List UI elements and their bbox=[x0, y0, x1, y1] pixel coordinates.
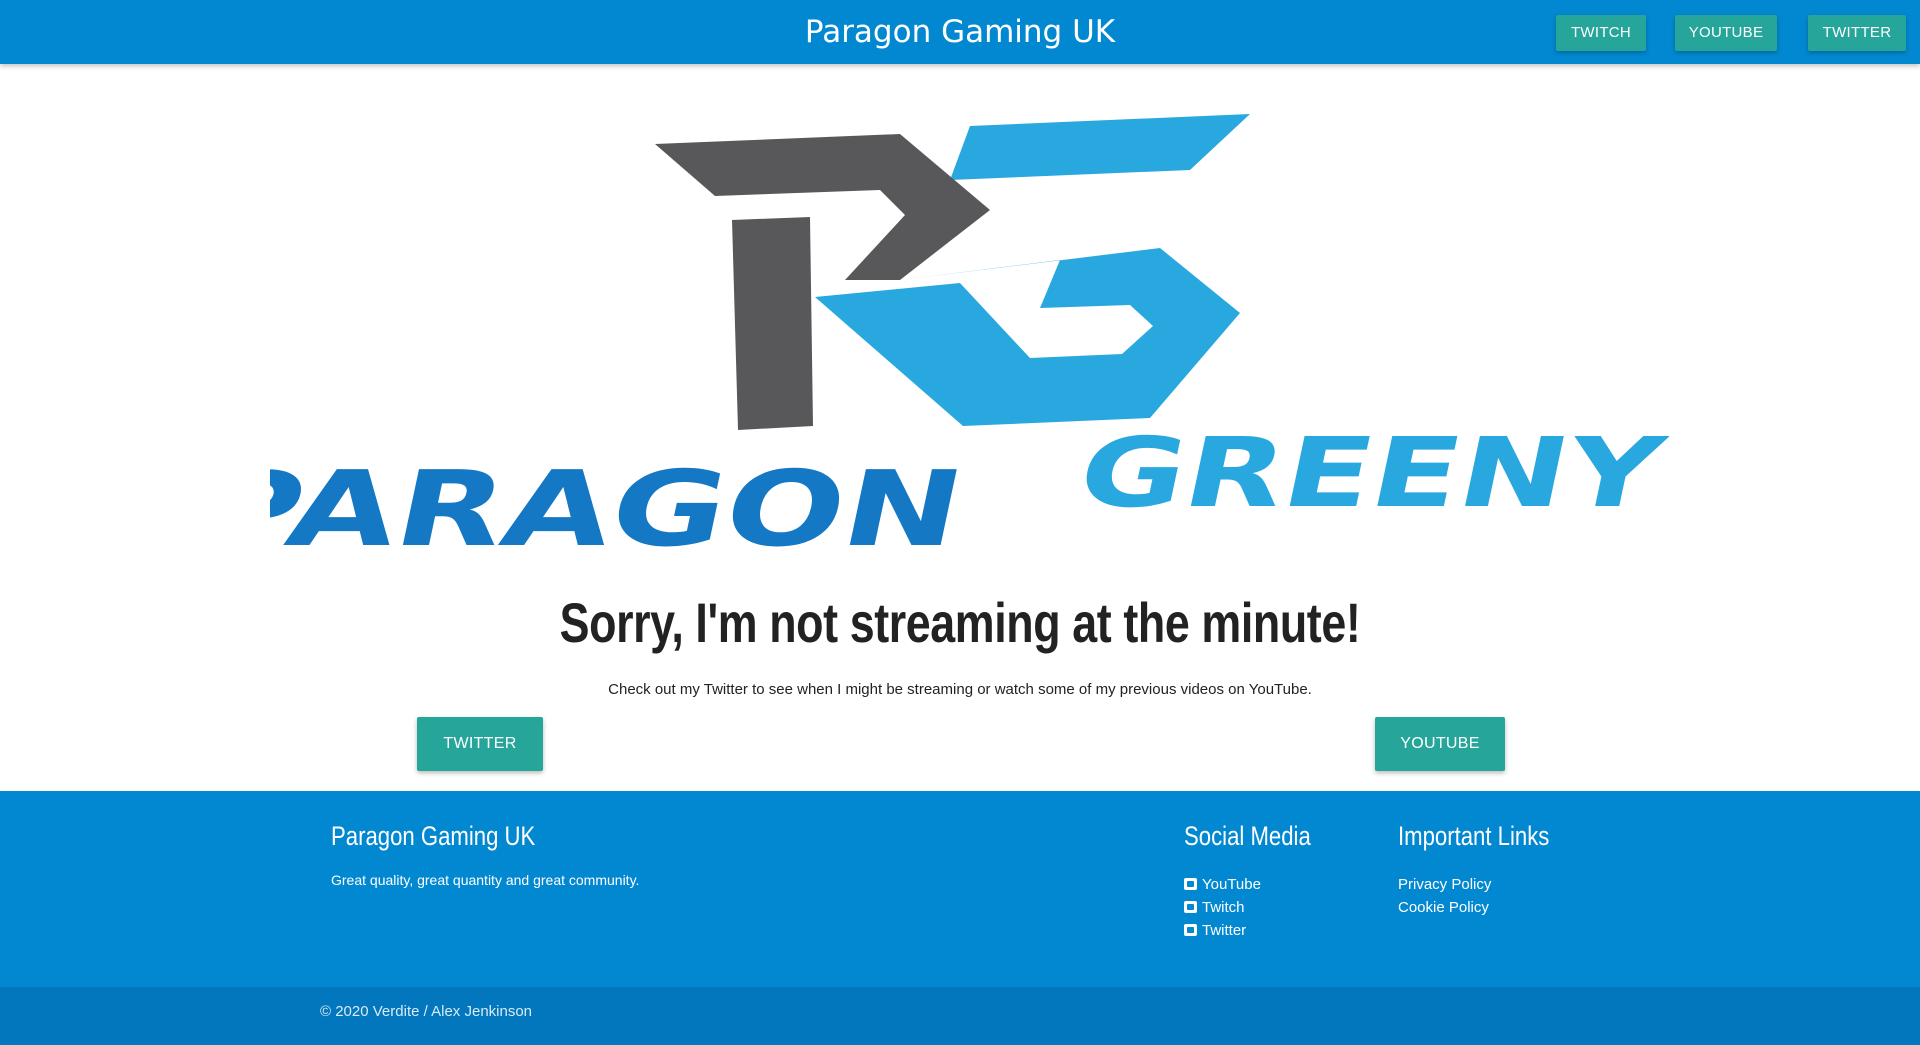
paragon-greeny-logo: PARAGON GREENY bbox=[270, 114, 1670, 570]
logo-word-paragon: PARAGON bbox=[270, 448, 974, 570]
footer-links-title: Important Links bbox=[1398, 821, 1550, 851]
footer-link-cookie[interactable]: Cookie Policy bbox=[1398, 896, 1491, 919]
footer-link-label: YouTube bbox=[1202, 876, 1261, 893]
footer: Paragon Gaming UK Great quality, great q… bbox=[0, 791, 1920, 1045]
logo-word-greeny: GREENY bbox=[1069, 417, 1670, 529]
copyright-text: © 2020 Verdite / Alex Jenkinson bbox=[320, 1003, 533, 1020]
headline: Sorry, I'm not streaming at the minute! bbox=[559, 591, 1361, 654]
youtube-icon bbox=[1184, 878, 1197, 890]
footer-link-youtube[interactable]: YouTube bbox=[1184, 873, 1261, 896]
nav-twitter-button[interactable]: TWITTER bbox=[1808, 15, 1906, 51]
subtext: Check out my Twitter to see when I might… bbox=[608, 681, 1312, 698]
twitter-button[interactable]: TWITTER bbox=[417, 717, 543, 771]
footer-brand-title: Paragon Gaming UK bbox=[331, 821, 536, 851]
footer-link-twitch[interactable]: Twitch bbox=[1184, 896, 1261, 919]
footer-social-title: Social Media bbox=[1184, 821, 1311, 851]
footer-brand-text: Great quality, great quantity and great … bbox=[331, 872, 640, 888]
footer-link-label: Twitch bbox=[1202, 899, 1245, 916]
twitter-icon bbox=[1184, 924, 1197, 936]
footer-link-twitter[interactable]: Twitter bbox=[1184, 919, 1261, 942]
important-links: Privacy Policy Cookie Policy bbox=[1398, 873, 1491, 919]
twitch-icon bbox=[1184, 901, 1197, 913]
youtube-button[interactable]: YOUTUBE bbox=[1375, 717, 1505, 771]
nav-twitch-button[interactable]: TWITCH bbox=[1556, 15, 1646, 51]
social-links: YouTube Twitch Twitter bbox=[1184, 873, 1261, 942]
nav-youtube-button[interactable]: YOUTUBE bbox=[1675, 15, 1777, 51]
footer-link-privacy[interactable]: Privacy Policy bbox=[1398, 873, 1491, 896]
top-navbar: Paragon Gaming UK TWITCH YOUTUBE TWITTER bbox=[0, 0, 1920, 64]
copyright-bar: © 2020 Verdite / Alex Jenkinson bbox=[0, 987, 1920, 1045]
footer-link-label: Twitter bbox=[1202, 922, 1247, 939]
